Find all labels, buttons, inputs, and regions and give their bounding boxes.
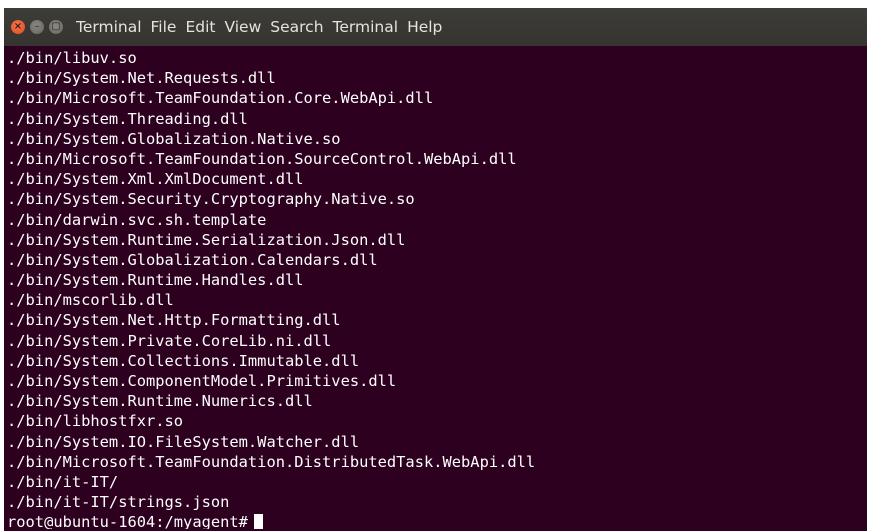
output-line: ./bin/it-IT/strings.json (7, 493, 230, 512)
output-line: ./bin/Microsoft.TeamFoundation.Core.WebA… (7, 89, 434, 108)
terminal-output[interactable]: ./bin/libuv.so ./bin/System.Net.Requests… (7, 48, 865, 529)
menu-item-view[interactable]: View (224, 18, 261, 36)
output-line: ./bin/System.Xml.XmlDocument.dll (7, 170, 304, 189)
output-line: ./bin/it-IT/ (7, 472, 119, 491)
menu-item-help[interactable]: Help (407, 18, 442, 36)
text-cursor (253, 513, 263, 529)
output-line: ./bin/System.Threading.dll (7, 109, 248, 128)
close-icon[interactable]: × (11, 20, 25, 34)
output-line: ./bin/Microsoft.TeamFoundation.SourceCon… (7, 149, 517, 168)
menu-item-file[interactable]: File (151, 18, 177, 36)
output-line: ./bin/libuv.so (7, 49, 137, 67)
output-line: ./bin/System.Net.Http.Formatting.dll (7, 311, 341, 330)
output-line: ./bin/System.ComponentModel.Primitives.d… (7, 372, 397, 390)
output-line: ./bin/System.IO.FileSystem.Watcher.dll (7, 432, 360, 451)
output-line: ./bin/libhostfxr.so (7, 412, 184, 431)
output-line: ./bin/System.Runtime.Handles.dll (7, 271, 304, 290)
output-line: ./bin/darwin.svc.sh.template (7, 210, 267, 229)
output-line: ./bin/Microsoft.TeamFoundation.Distribut… (7, 452, 536, 471)
output-line: ./bin/System.Globalization.Calendars.dll (7, 250, 378, 269)
output-line: ./bin/System.Runtime.Serialization.Json.… (7, 230, 406, 249)
menu-bar: Terminal File Edit View Search Terminal … (76, 18, 451, 36)
menu-item-edit[interactable]: Edit (185, 18, 215, 36)
output-line: ./bin/System.Private.CoreLib.ni.dll (7, 331, 332, 350)
output-line: ./bin/System.Security.Cryptography.Nativ… (7, 190, 415, 209)
shell-prompt: root@ubuntu-1604:/myagent# (7, 513, 248, 529)
output-line: ./bin/System.Globalization.Native.so (7, 129, 341, 148)
output-line: ./bin/System.Runtime.Numerics.dll (7, 392, 313, 411)
prompt-line[interactable]: root@ubuntu-1604:/myagent# (7, 512, 865, 529)
menu-item-search[interactable]: Search (270, 18, 323, 36)
menu-item-terminal-app[interactable]: Terminal (76, 18, 142, 36)
maximize-icon[interactable]: ▢ (49, 20, 63, 34)
output-line: ./bin/mscorlib.dll (7, 291, 174, 310)
title-bar[interactable]: × – ▢ Terminal File Edit View Search Ter… (4, 8, 867, 46)
minimize-icon[interactable]: – (30, 20, 44, 34)
output-line: ./bin/System.Collections.Immutable.dll (7, 351, 360, 370)
terminal-window: × – ▢ Terminal File Edit View Search Ter… (4, 8, 867, 531)
menu-item-terminal[interactable]: Terminal (333, 18, 399, 36)
output-line: ./bin/System.Net.Requests.dll (7, 69, 276, 88)
